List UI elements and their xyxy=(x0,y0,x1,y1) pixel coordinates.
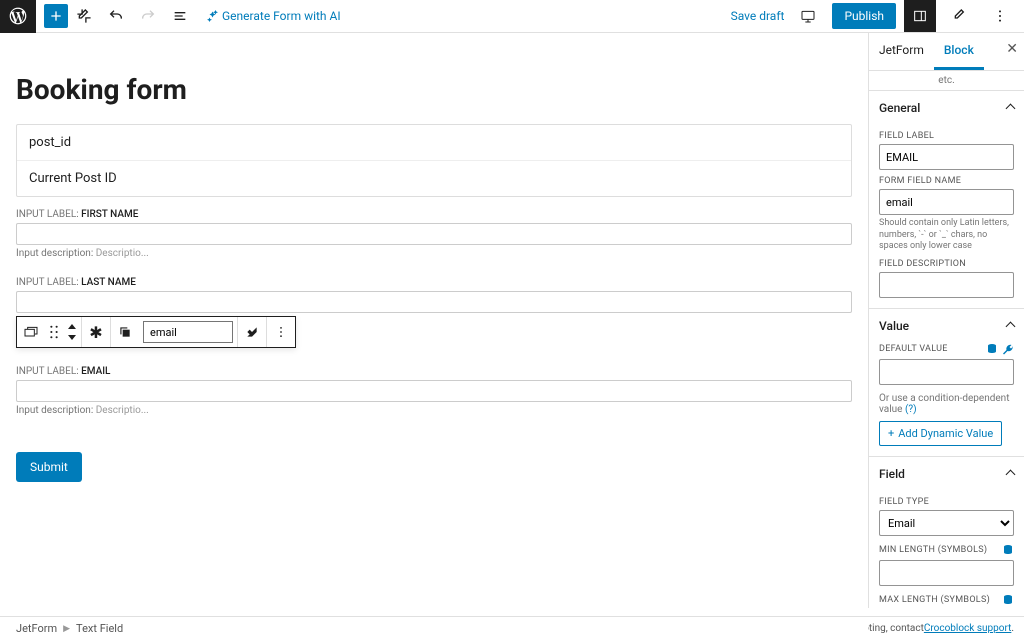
help-link[interactable]: (?) xyxy=(905,404,917,415)
field-label-row: INPUT LABEL: FIRST NAME xyxy=(16,209,852,220)
hidden-field-row[interactable]: post_id xyxy=(17,125,851,161)
block-type-button[interactable] xyxy=(17,317,45,347)
block-options-button[interactable] xyxy=(267,317,295,347)
text-input[interactable] xyxy=(16,223,852,245)
block-breadcrumb: JetForm ▶ Text Field xyxy=(0,616,868,640)
document-overview-button[interactable] xyxy=(166,2,194,30)
panel-value: Value DEFAULT VALUE Or use a condition-d… xyxy=(869,309,1024,457)
toolbar-right: Save draft Publish xyxy=(731,0,1024,32)
database-icon[interactable] xyxy=(1002,544,1014,556)
field-description-label: FIELD DESCRIPTION xyxy=(879,259,1014,269)
placeholder-input[interactable] xyxy=(143,321,233,343)
top-toolbar: Generate Form with AI Save draft Publish xyxy=(0,0,1024,33)
undo-button[interactable] xyxy=(102,2,130,30)
clear-button[interactable] xyxy=(238,317,266,347)
default-value-label: DEFAULT VALUE xyxy=(879,344,948,354)
field-label-text[interactable]: FIRST NAME xyxy=(81,209,138,220)
breadcrumb-current[interactable]: Text Field xyxy=(76,622,123,635)
panel-general-title: General xyxy=(879,101,920,115)
field-label-label: FIELD LABEL xyxy=(879,131,1014,141)
move-buttons[interactable] xyxy=(63,317,81,347)
field-label-row: INPUT LABEL: EMAIL xyxy=(16,366,852,377)
text-field-block[interactable]: INPUT LABEL: EMAIL Input description: De… xyxy=(16,366,852,416)
form-field-name-hint: Should contain only Latin letters, numbe… xyxy=(879,218,1014,253)
field-desc-prefix: Input description: xyxy=(16,248,93,259)
field-desc-text[interactable]: Descriptio... xyxy=(96,248,149,259)
editor-canvas[interactable]: Booking form post_id Current Post ID INP… xyxy=(0,33,868,608)
panel-value-title: Value xyxy=(879,319,909,333)
redo-button[interactable] xyxy=(134,2,162,30)
field-desc-text[interactable]: Descriptio... xyxy=(96,405,149,416)
form-field-name-input[interactable] xyxy=(879,189,1014,215)
wordpress-logo[interactable] xyxy=(0,0,36,33)
plus-icon: + xyxy=(888,427,894,440)
panel-value-header[interactable]: Value xyxy=(869,309,1024,343)
options-button[interactable] xyxy=(984,0,1016,32)
support-link[interactable]: Crocoblock support xyxy=(924,623,1012,634)
drag-handle[interactable] xyxy=(45,317,63,347)
add-block-button[interactable] xyxy=(44,4,68,28)
text-field-block[interactable]: INPUT LABEL: LAST NAME xyxy=(16,277,852,348)
settings-sidebar: JetForm Block ✕ etc. General FIELD LABEL… xyxy=(868,33,1024,608)
generate-ai-button[interactable]: Generate Form with AI xyxy=(206,9,341,23)
tab-block[interactable]: Block xyxy=(934,33,984,70)
generate-ai-label: Generate Form with AI xyxy=(222,9,341,23)
chevron-up-icon xyxy=(1007,101,1014,115)
close-sidebar-button[interactable]: ✕ xyxy=(1006,41,1018,57)
field-label-prefix: INPUT LABEL: xyxy=(16,209,79,220)
database-icon[interactable] xyxy=(986,343,998,355)
field-description-input[interactable] xyxy=(879,272,1014,298)
panel-field-header[interactable]: Field xyxy=(869,457,1024,491)
add-dynamic-value-button[interactable]: + Add Dynamic Value xyxy=(879,421,1002,446)
panel-general: General FIELD LABEL FORM FIELD NAME Shou… xyxy=(869,91,1024,309)
condition-text: Or use a condition-dependent value (?) xyxy=(879,393,1014,415)
chevron-up-icon xyxy=(1007,467,1014,481)
text-input[interactable] xyxy=(16,380,852,402)
submit-button[interactable]: Submit xyxy=(16,452,82,482)
field-description-row: Input description: Descriptio... xyxy=(16,248,852,259)
panel-field-title: Field xyxy=(879,467,905,481)
styles-button[interactable] xyxy=(944,0,976,32)
copy-name-button[interactable] xyxy=(111,317,139,347)
toolbar-left: Generate Form with AI xyxy=(0,0,341,32)
field-type-select[interactable]: Email xyxy=(879,510,1014,536)
wrench-icon[interactable] xyxy=(1002,343,1014,355)
breadcrumb-root[interactable]: JetForm xyxy=(16,622,57,635)
min-length-input[interactable] xyxy=(879,560,1014,586)
field-label-input[interactable] xyxy=(879,144,1014,170)
min-length-label: MIN LENGTH (SYMBOLS) xyxy=(879,545,987,555)
required-toggle-button[interactable]: ✱ xyxy=(82,317,110,347)
hidden-fields-block[interactable]: post_id Current Post ID xyxy=(16,124,852,197)
field-label-prefix: INPUT LABEL: xyxy=(16,366,79,377)
save-draft-button[interactable]: Save draft xyxy=(731,9,785,23)
field-description-row: Input description: Descriptio... xyxy=(16,405,852,416)
sidebar-misc-text: etc. xyxy=(869,71,1024,91)
form-field-name-label: FORM FIELD NAME xyxy=(879,176,1014,186)
hidden-field-row[interactable]: Current Post ID xyxy=(17,161,851,196)
field-label-row: INPUT LABEL: LAST NAME xyxy=(16,277,852,288)
field-label-text[interactable]: LAST NAME xyxy=(81,277,136,288)
field-label-text[interactable]: EMAIL xyxy=(81,366,110,377)
field-label-prefix: INPUT LABEL: xyxy=(16,277,79,288)
chevron-up-icon xyxy=(1007,319,1014,333)
tab-jetform[interactable]: JetForm xyxy=(869,33,934,70)
default-value-input[interactable] xyxy=(879,359,1014,385)
text-input[interactable] xyxy=(16,291,852,313)
sidebar-toggle-button[interactable] xyxy=(904,0,936,32)
panel-field: Field FIELD TYPE Email MIN LENGTH (SYMBO… xyxy=(869,457,1024,608)
max-length-label: MAX LENGTH (SYMBOLS) xyxy=(879,595,990,605)
panel-general-header[interactable]: General xyxy=(869,91,1024,125)
chevron-right-icon: ▶ xyxy=(63,624,70,634)
preview-button[interactable] xyxy=(792,0,824,32)
database-icon[interactable] xyxy=(1002,594,1014,606)
sidebar-tabs: JetForm Block ✕ xyxy=(869,33,1024,71)
edit-mode-button[interactable] xyxy=(70,2,98,30)
page-title[interactable]: Booking form xyxy=(16,73,852,106)
field-desc-prefix: Input description: xyxy=(16,405,93,416)
publish-button[interactable]: Publish xyxy=(832,3,896,29)
field-type-label: FIELD TYPE xyxy=(879,497,1014,507)
text-field-block[interactable]: INPUT LABEL: FIRST NAME Input descriptio… xyxy=(16,209,852,259)
block-toolbar: ✱ xyxy=(16,316,296,348)
